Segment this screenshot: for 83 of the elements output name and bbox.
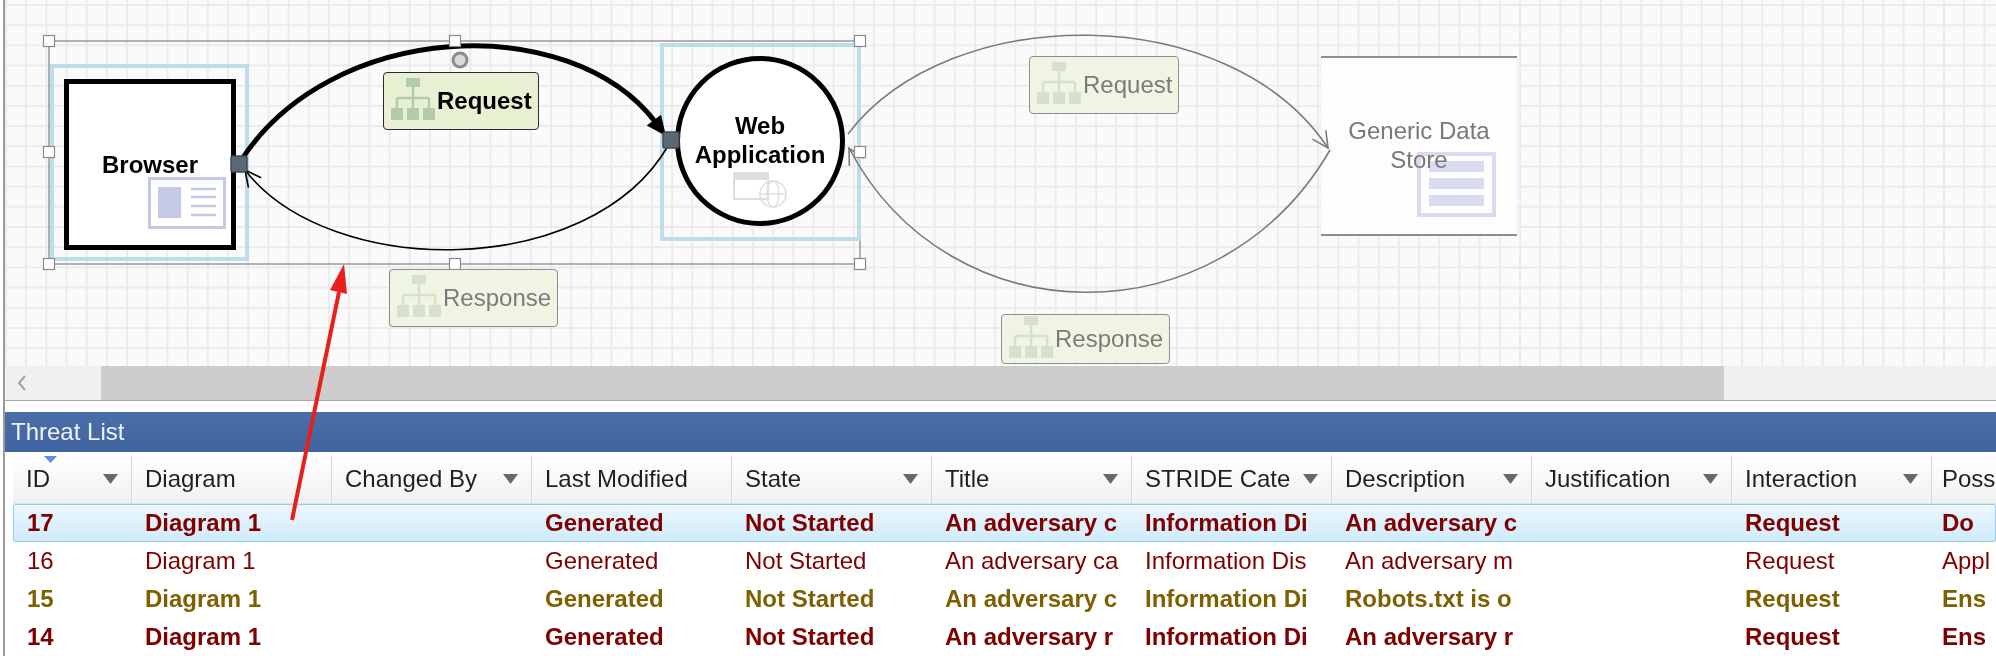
table-cell-text: Information Di <box>1144 585 1309 613</box>
connection-handle[interactable] <box>230 155 248 173</box>
flow-name: Request <box>437 87 532 115</box>
node-label: Generic Data Store <box>1347 117 1491 175</box>
column-header[interactable]: Last Modified <box>532 455 732 503</box>
dropdown-caret-icon[interactable] <box>1103 474 1118 484</box>
table-cell-text: Request <box>1744 547 1836 575</box>
column-header[interactable]: Diagram <box>132 455 332 503</box>
table-cell-text: 14 <box>26 623 55 651</box>
dropdown-caret-icon[interactable] <box>103 474 118 484</box>
column-header[interactable]: STRIDE Cate <box>1132 455 1332 503</box>
column-header[interactable]: Changed By <box>332 455 532 503</box>
table-cell-text: Information Di <box>1144 509 1309 537</box>
table-cell-text: 16 <box>26 547 55 575</box>
table-cell-text: An adversary r <box>1344 623 1515 651</box>
threat-row[interactable]: 15 Diagram 1 Generated Not Started An adversary c Information Di Robots.txt is o Request Ens <box>13 580 1996 618</box>
dropdown-caret-icon[interactable] <box>1903 474 1918 484</box>
dropdown-caret-icon[interactable] <box>1703 474 1718 484</box>
table-cell-text: Diagram 1 <box>144 623 263 651</box>
dropdown-caret-icon[interactable] <box>903 474 918 484</box>
table-cell-text: An adversary m <box>1344 547 1515 575</box>
table-cell-text: Information Dis <box>1144 547 1308 575</box>
column-header[interactable]: ID <box>13 455 132 503</box>
column-header[interactable]: Title <box>932 455 1132 503</box>
table-cell-text: Information Di <box>1144 623 1309 651</box>
browser-window-icon <box>148 177 226 229</box>
table-cell-text: Generated <box>544 509 665 537</box>
web-page-globe-icon <box>733 172 787 208</box>
table-cell-text: 15 <box>26 585 55 613</box>
table-cell-text: Not Started <box>744 547 868 575</box>
table-cell-text: An adversary c <box>944 585 1119 613</box>
panel-title: Threat List <box>11 418 125 446</box>
table-cell-text: Request <box>1744 585 1841 613</box>
resize-handle[interactable] <box>853 257 867 271</box>
table-cell-text: Not Started <box>744 623 876 651</box>
table-cell-text: An adversary r <box>944 623 1115 651</box>
threat-row[interactable]: 16 Diagram 1 Generated Not Started An adversary ca Information Dis An adversary m Request Appl <box>13 542 1996 580</box>
threat-row[interactable]: 14 Diagram 1 Generated Not Started An adversary r Information Di An adversary r Request Ens <box>13 618 1996 656</box>
table-cell-text: 17 <box>26 509 55 537</box>
dropdown-caret-icon[interactable] <box>1503 474 1518 484</box>
table-cell-text: An adversary c <box>1344 509 1519 537</box>
table-cell-text: Do <box>1941 509 1975 537</box>
column-header[interactable]: Justification <box>1532 455 1732 503</box>
threat-row[interactable]: 17 Diagram 1 Generated Not Started An adversary c Information Di An adversary c Request Do <box>13 504 1996 542</box>
scrollbar-thumb[interactable] <box>101 366 1724 400</box>
flow-name: Response <box>1055 325 1164 353</box>
table-cell-text: Diagram 1 <box>144 509 263 537</box>
node-label: Web Application <box>693 112 827 170</box>
table-cell-text: Generated <box>544 585 665 613</box>
resize-handle[interactable] <box>42 145 56 159</box>
table-cell-text: Robots.txt is o <box>1344 585 1513 613</box>
node-label: Browser <box>102 150 198 179</box>
column-header[interactable]: Interaction <box>1732 455 1932 503</box>
resize-handle[interactable] <box>42 257 56 271</box>
table-cell-text: Appl <box>1941 547 1992 575</box>
table-cell-text: Not Started <box>744 585 876 613</box>
resize-handle[interactable] <box>448 34 462 48</box>
sort-arrow-icon <box>44 456 57 463</box>
flow-name: Response <box>443 284 552 312</box>
column-header[interactable]: Poss <box>1932 455 1996 503</box>
dropdown-caret-icon[interactable] <box>503 474 518 484</box>
table-cell-text: An adversary c <box>944 509 1119 537</box>
chevron-left-icon <box>17 375 27 391</box>
connection-handle[interactable] <box>662 131 680 149</box>
table-cell-text: Ens <box>1941 623 1987 651</box>
column-header[interactable]: Description <box>1332 455 1532 503</box>
table-cell-text: Request <box>1744 623 1841 651</box>
resize-handle[interactable] <box>853 145 867 159</box>
table-cell-text: Generated <box>544 623 665 651</box>
table-cell-text: Ens <box>1941 585 1987 613</box>
resize-handle[interactable] <box>853 34 867 48</box>
table-cell-text: Diagram 1 <box>144 585 263 613</box>
table-cell-text: Diagram 1 <box>144 547 257 575</box>
resize-handle[interactable] <box>448 257 462 271</box>
table-cell-text: Not Started <box>744 509 876 537</box>
curve-handle[interactable] <box>451 51 469 69</box>
column-header[interactable]: State <box>732 455 932 503</box>
table-cell-text: Request <box>1744 509 1841 537</box>
flow-name: Request <box>1083 71 1173 99</box>
table-cell-text: An adversary ca <box>944 547 1120 575</box>
table-cell-text: Generated <box>544 547 660 575</box>
resize-handle[interactable] <box>42 34 56 48</box>
dropdown-caret-icon[interactable] <box>1303 474 1318 484</box>
